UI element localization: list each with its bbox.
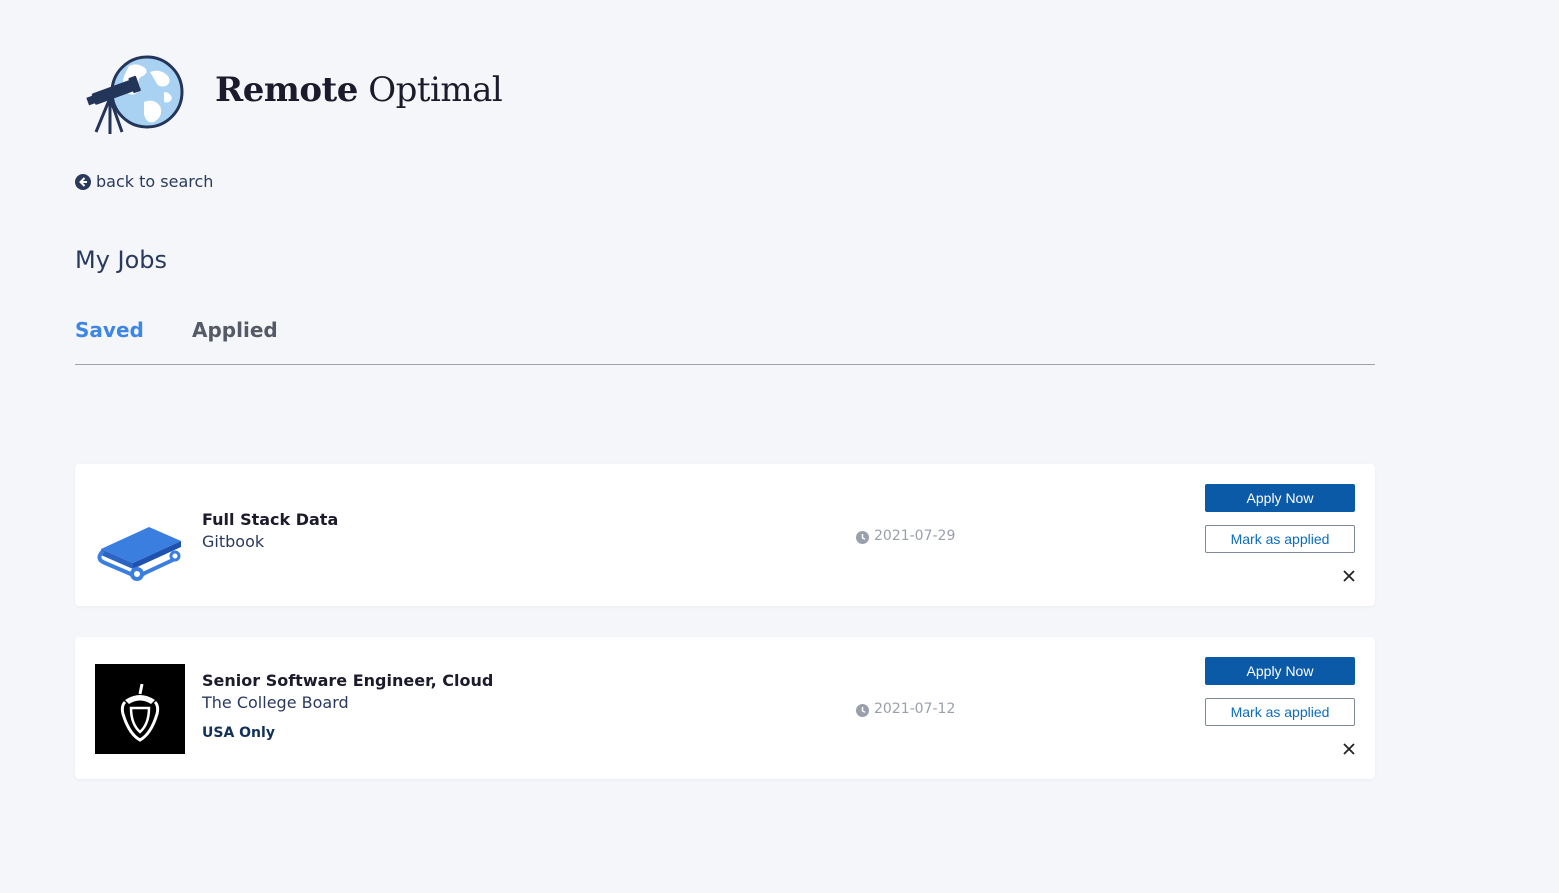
job-title[interactable]: Full Stack Data bbox=[202, 509, 338, 531]
job-card[interactable]: Senior Software Engineer, Cloud The Coll… bbox=[75, 637, 1375, 779]
tab-bar: Saved Applied bbox=[75, 314, 1375, 365]
back-to-search-link[interactable]: back to search bbox=[75, 171, 213, 193]
job-company: Gitbook bbox=[202, 532, 265, 551]
arrow-left-circle-icon bbox=[75, 174, 91, 190]
acorn-icon bbox=[95, 664, 185, 754]
job-date: 2021-07-12 bbox=[856, 699, 955, 719]
brand-name-bold: Remote bbox=[215, 70, 358, 110]
back-link-label: back to search bbox=[96, 172, 214, 191]
tab-applied[interactable]: Applied bbox=[192, 314, 278, 346]
close-icon[interactable] bbox=[1341, 568, 1357, 584]
brand-name-light: Optimal bbox=[368, 70, 503, 110]
mark-as-applied-button[interactable]: Mark as applied bbox=[1205, 525, 1355, 553]
tab-saved[interactable]: Saved bbox=[75, 314, 144, 346]
job-title[interactable]: Senior Software Engineer, Cloud bbox=[202, 670, 493, 692]
clock-icon bbox=[856, 703, 869, 717]
job-date-text: 2021-07-29 bbox=[874, 528, 956, 544]
job-info: Full Stack Data Gitbook bbox=[202, 509, 338, 553]
clock-icon bbox=[856, 530, 869, 544]
job-date-text: 2021-07-12 bbox=[874, 701, 956, 717]
brand-name[interactable]: Remote Optimal bbox=[215, 68, 503, 112]
close-icon[interactable] bbox=[1341, 741, 1357, 757]
page-title: My Jobs bbox=[75, 246, 168, 274]
job-info: Senior Software Engineer, Cloud The Coll… bbox=[202, 670, 493, 743]
apply-now-button[interactable]: Apply Now bbox=[1205, 657, 1355, 685]
gitbook-book-icon bbox=[95, 491, 185, 581]
job-date: 2021-07-29 bbox=[856, 526, 955, 546]
job-region-badge: USA Only bbox=[202, 725, 275, 741]
page: Remote Optimal back to search My Jobs Sa… bbox=[0, 0, 1559, 893]
telescope-globe-icon[interactable] bbox=[84, 52, 186, 136]
job-company: The College Board bbox=[202, 693, 349, 712]
job-card[interactable]: Full Stack Data Gitbook 2021-07-29 Apply… bbox=[75, 464, 1375, 606]
mark-as-applied-button[interactable]: Mark as applied bbox=[1205, 698, 1355, 726]
apply-now-button[interactable]: Apply Now bbox=[1205, 484, 1355, 512]
